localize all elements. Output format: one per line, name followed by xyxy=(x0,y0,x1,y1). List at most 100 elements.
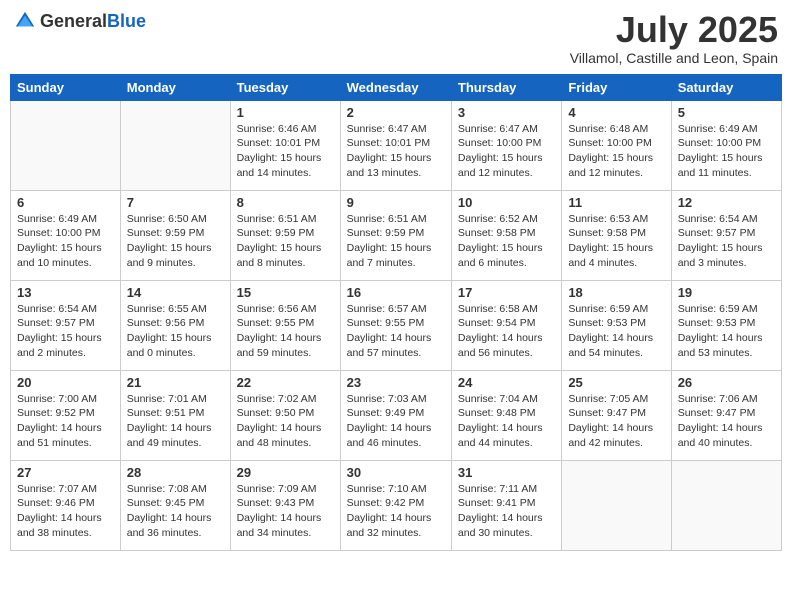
sunset-text: Sunset: 9:59 PM xyxy=(237,226,334,241)
day-info: Sunrise: 7:01 AMSunset: 9:51 PMDaylight:… xyxy=(127,392,224,451)
day-info: Sunrise: 6:52 AMSunset: 9:58 PMDaylight:… xyxy=(458,212,555,271)
calendar-cell: 10 Sunrise: 6:52 AMSunset: 9:58 PMDayligh… xyxy=(451,190,561,280)
daylight-text: Daylight: 14 hours and 48 minutes. xyxy=(237,421,334,450)
sunrise-text: Sunrise: 6:54 AM xyxy=(17,302,114,317)
daylight-text: Daylight: 14 hours and 38 minutes. xyxy=(17,511,114,540)
daylight-text: Daylight: 15 hours and 8 minutes. xyxy=(237,241,334,270)
sunset-text: Sunset: 9:59 PM xyxy=(347,226,445,241)
sunrise-text: Sunrise: 6:54 AM xyxy=(678,212,775,227)
daylight-text: Daylight: 14 hours and 54 minutes. xyxy=(568,331,664,360)
week-row: 1Sunrise: 6:46 AMSunset: 10:01 PMDayligh… xyxy=(11,100,782,190)
sunrise-text: Sunrise: 7:01 AM xyxy=(127,392,224,407)
calendar-table: SundayMondayTuesdayWednesdayThursdayFrid… xyxy=(10,74,782,551)
sunrise-text: Sunrise: 6:47 AM xyxy=(458,122,555,137)
daylight-text: Daylight: 14 hours and 57 minutes. xyxy=(347,331,445,360)
day-number: 31 xyxy=(458,465,555,480)
sunset-text: Sunset: 9:54 PM xyxy=(458,316,555,331)
calendar-cell: 28Sunrise: 7:08 AMSunset: 9:45 PMDayligh… xyxy=(120,460,230,550)
calendar-cell: 19Sunrise: 6:59 AMSunset: 9:53 PMDayligh… xyxy=(671,280,781,370)
title-block: July 2025 Villamol, Castille and Leon, S… xyxy=(570,10,778,66)
sunset-text: Sunset: 9:55 PM xyxy=(347,316,445,331)
sunset-text: Sunset: 9:43 PM xyxy=(237,496,334,511)
day-info: Sunrise: 6:51 AMSunset: 9:59 PMDaylight:… xyxy=(347,212,445,271)
sunset-text: Sunset: 9:51 PM xyxy=(127,406,224,421)
daylight-text: Daylight: 14 hours and 34 minutes. xyxy=(237,511,334,540)
weekday-header: Sunday xyxy=(11,74,121,100)
day-number: 8 xyxy=(237,195,334,210)
day-info: Sunrise: 6:47 AMSunset: 10:00 PMDaylight… xyxy=(458,122,555,181)
daylight-text: Daylight: 14 hours and 32 minutes. xyxy=(347,511,445,540)
day-info: Sunrise: 7:04 AMSunset: 9:48 PMDaylight:… xyxy=(458,392,555,451)
sunrise-text: Sunrise: 6:59 AM xyxy=(568,302,664,317)
month-title: July 2025 xyxy=(570,10,778,50)
day-number: 5 xyxy=(678,105,775,120)
day-info: Sunrise: 6:50 AMSunset: 9:59 PMDaylight:… xyxy=(127,212,224,271)
calendar-cell xyxy=(11,100,121,190)
calendar-cell: 31 Sunrise: 7:11 AMSunset: 9:41 PMDayligh… xyxy=(451,460,561,550)
sunset-text: Sunset: 9:56 PM xyxy=(127,316,224,331)
sunrise-text: Sunrise: 7:11 AM xyxy=(458,482,555,497)
day-info: Sunrise: 6:57 AMSunset: 9:55 PMDaylight:… xyxy=(347,302,445,361)
day-number: 12 xyxy=(678,195,775,210)
day-info: Sunrise: 7:03 AMSunset: 9:49 PMDaylight:… xyxy=(347,392,445,451)
day-number: 6 xyxy=(17,195,114,210)
calendar-cell: 22Sunrise: 7:02 AMSunset: 9:50 PMDayligh… xyxy=(230,370,340,460)
day-info: Sunrise: 7:10 AMSunset: 9:42 PMDaylight:… xyxy=(347,482,445,541)
day-number: 10 xyxy=(458,195,555,210)
sunrise-text: Sunrise: 7:07 AM xyxy=(17,482,114,497)
calendar-cell: 7Sunrise: 6:50 AMSunset: 9:59 PMDaylight… xyxy=(120,190,230,280)
day-info: Sunrise: 7:07 AMSunset: 9:46 PMDaylight:… xyxy=(17,482,114,541)
sunrise-text: Sunrise: 6:46 AM xyxy=(237,122,334,137)
sunrise-text: Sunrise: 7:03 AM xyxy=(347,392,445,407)
week-row: 13Sunrise: 6:54 AMSunset: 9:57 PMDayligh… xyxy=(11,280,782,370)
sunset-text: Sunset: 9:59 PM xyxy=(127,226,224,241)
calendar-cell: 21Sunrise: 7:01 AMSunset: 9:51 PMDayligh… xyxy=(120,370,230,460)
calendar-cell: 16 Sunrise: 6:57 AMSunset: 9:55 PMDayligh… xyxy=(340,280,451,370)
day-info: Sunrise: 7:09 AMSunset: 9:43 PMDaylight:… xyxy=(237,482,334,541)
daylight-text: Daylight: 15 hours and 9 minutes. xyxy=(127,241,224,270)
calendar-cell: 4Sunrise: 6:48 AMSunset: 10:00 PMDayligh… xyxy=(562,100,671,190)
sunset-text: Sunset: 9:52 PM xyxy=(17,406,114,421)
sunset-text: Sunset: 10:00 PM xyxy=(17,226,114,241)
day-number: 20 xyxy=(17,375,114,390)
calendar-cell: 15 Sunrise: 6:56 AMSunset: 9:55 PMDayligh… xyxy=(230,280,340,370)
calendar-cell xyxy=(562,460,671,550)
daylight-text: Daylight: 15 hours and 4 minutes. xyxy=(568,241,664,270)
day-info: Sunrise: 7:11 AMSunset: 9:41 PMDaylight:… xyxy=(458,482,555,541)
daylight-text: Daylight: 15 hours and 11 minutes. xyxy=(678,151,775,180)
calendar-cell: 1Sunrise: 6:46 AMSunset: 10:01 PMDayligh… xyxy=(230,100,340,190)
sunrise-text: Sunrise: 6:57 AM xyxy=(347,302,445,317)
sunrise-text: Sunrise: 6:52 AM xyxy=(458,212,555,227)
calendar-cell: 5Sunrise: 6:49 AMSunset: 10:00 PMDayligh… xyxy=(671,100,781,190)
sunrise-text: Sunrise: 6:51 AM xyxy=(237,212,334,227)
sunset-text: Sunset: 9:48 PM xyxy=(458,406,555,421)
day-info: Sunrise: 7:05 AMSunset: 9:47 PMDaylight:… xyxy=(568,392,664,451)
sunrise-text: Sunrise: 7:02 AM xyxy=(237,392,334,407)
sunset-text: Sunset: 9:55 PM xyxy=(237,316,334,331)
sunset-text: Sunset: 9:58 PM xyxy=(458,226,555,241)
daylight-text: Daylight: 15 hours and 13 minutes. xyxy=(347,151,445,180)
day-number: 15 xyxy=(237,285,334,300)
daylight-text: Daylight: 14 hours and 40 minutes. xyxy=(678,421,775,450)
calendar-cell: 14Sunrise: 6:55 AMSunset: 9:56 PMDayligh… xyxy=(120,280,230,370)
day-info: Sunrise: 6:47 AMSunset: 10:01 PMDaylight… xyxy=(347,122,445,181)
day-info: Sunrise: 6:53 AMSunset: 9:58 PMDaylight:… xyxy=(568,212,664,271)
day-number: 16 xyxy=(347,285,445,300)
weekday-header-row: SundayMondayTuesdayWednesdayThursdayFrid… xyxy=(11,74,782,100)
sunrise-text: Sunrise: 7:05 AM xyxy=(568,392,664,407)
sunrise-text: Sunrise: 6:47 AM xyxy=(347,122,445,137)
day-info: Sunrise: 6:59 AMSunset: 9:53 PMDaylight:… xyxy=(568,302,664,361)
sunrise-text: Sunrise: 6:49 AM xyxy=(17,212,114,227)
weekday-header: Thursday xyxy=(451,74,561,100)
day-info: Sunrise: 6:56 AMSunset: 9:55 PMDaylight:… xyxy=(237,302,334,361)
calendar-cell: 6 Sunrise: 6:49 AMSunset: 10:00 PMDayligh… xyxy=(11,190,121,280)
day-number: 25 xyxy=(568,375,664,390)
sunset-text: Sunset: 10:01 PM xyxy=(347,136,445,151)
sunrise-text: Sunrise: 6:50 AM xyxy=(127,212,224,227)
sunrise-text: Sunrise: 6:59 AM xyxy=(678,302,775,317)
day-number: 17 xyxy=(458,285,555,300)
calendar-cell: 26Sunrise: 7:06 AMSunset: 9:47 PMDayligh… xyxy=(671,370,781,460)
sunset-text: Sunset: 9:57 PM xyxy=(17,316,114,331)
sunset-text: Sunset: 10:00 PM xyxy=(458,136,555,151)
day-info: Sunrise: 6:49 AMSunset: 10:00 PMDaylight… xyxy=(17,212,114,271)
